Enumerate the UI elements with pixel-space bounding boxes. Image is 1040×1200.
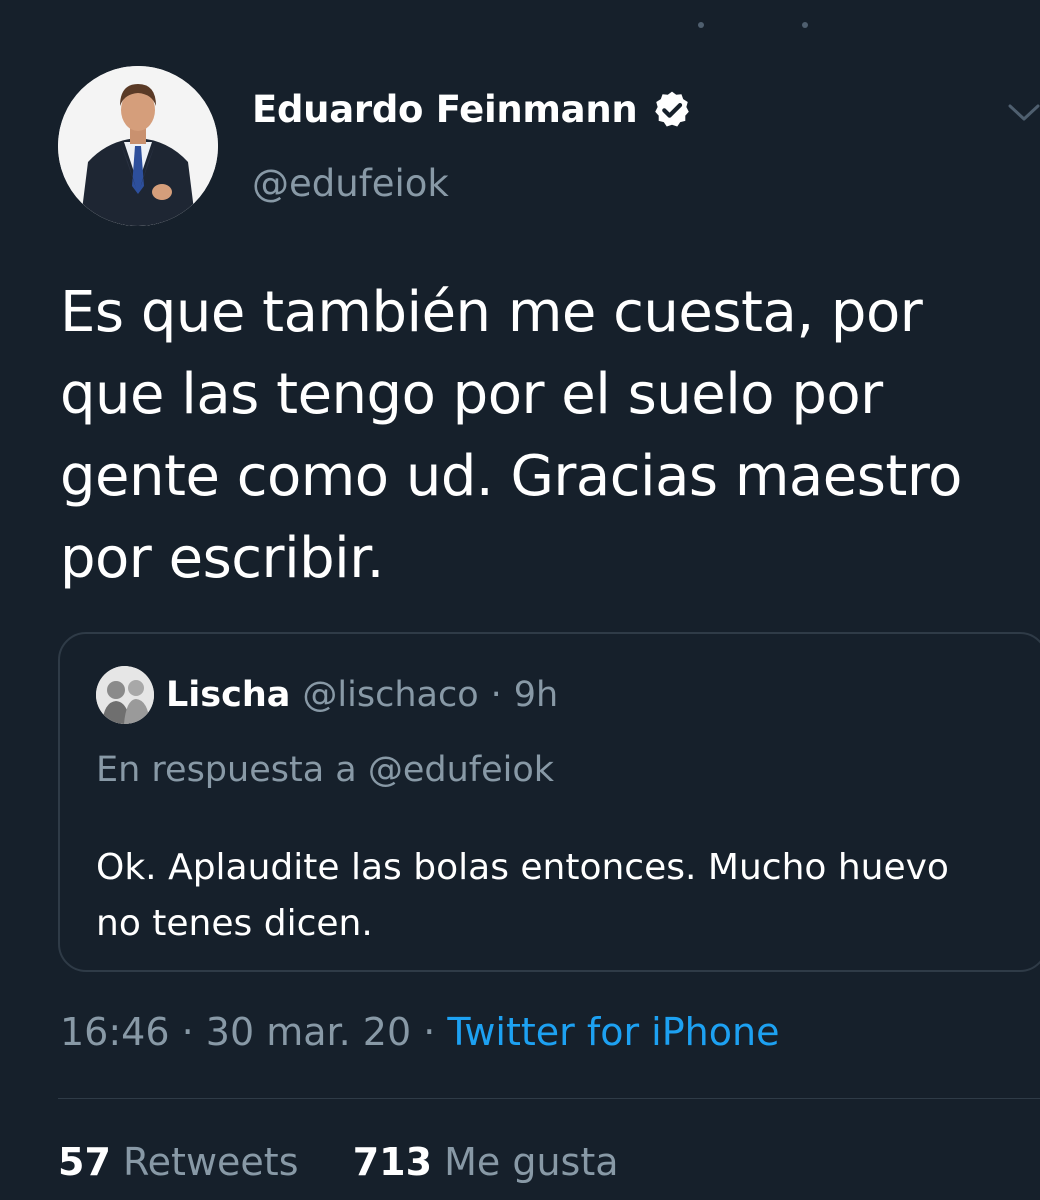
tweet-date: 30 mar. 20: [205, 1010, 412, 1054]
author-display-name[interactable]: Eduardo Feinmann: [252, 88, 638, 131]
retweets-stat[interactable]: 57 Retweets: [58, 1140, 299, 1184]
tweet-text: Es que también me cuesta, por que las te…: [60, 280, 962, 591]
reply-prefix: En respuesta a: [96, 750, 357, 790]
reply-context: En respuesta a @edufeiok: [96, 750, 554, 790]
tweet-meta: 16:46 · 30 mar. 20 · Twitter for iPhone: [60, 1010, 779, 1054]
likes-count: 713: [352, 1140, 433, 1184]
quoted-separator: ·: [490, 675, 502, 715]
likes-stat[interactable]: 713 Me gusta: [353, 1140, 619, 1184]
quoted-tweet-card[interactable]: Lischa @lischaco · 9h En respuesta a @ed…: [58, 632, 1040, 972]
reply-handle[interactable]: @edufeiok: [368, 750, 554, 790]
quoted-author-avatar[interactable]: [96, 666, 154, 724]
author-handle[interactable]: @edufeiok: [252, 162, 449, 205]
tweet-header: Eduardo Feinmann @edufeiok: [58, 66, 1040, 236]
quoted-avatar-photo: [96, 666, 154, 724]
meta-separator-2: ·: [411, 1010, 448, 1054]
quoted-handle[interactable]: @lischaco: [302, 675, 478, 715]
author-name-row: Eduardo Feinmann: [252, 88, 693, 131]
divider: [58, 1098, 1040, 1099]
verified-badge-icon: [655, 91, 690, 126]
tweet-stats: 57 Retweets 713 Me gusta: [58, 1140, 619, 1184]
tweet-time: 16:46: [60, 1010, 170, 1054]
retweets-count: 57: [58, 1140, 111, 1184]
retweets-label: Retweets: [122, 1140, 299, 1184]
tweet-source-link[interactable]: Twitter for iPhone: [447, 1010, 779, 1054]
status-bar-dots: [690, 22, 830, 32]
avatar-photo: [58, 66, 218, 226]
chevron-down-icon[interactable]: [1004, 100, 1040, 126]
meta-separator: ·: [169, 1010, 206, 1054]
author-avatar[interactable]: [58, 66, 218, 226]
quoted-display-name[interactable]: Lischa: [166, 675, 290, 715]
quoted-timestamp: 9h: [513, 675, 559, 715]
quoted-tweet-header: Lischa @lischaco · 9h: [96, 666, 558, 724]
likes-label: Me gusta: [444, 1140, 619, 1184]
quoted-tweet-text: Ok. Aplaudite las bolas entonces. Mucho …: [96, 847, 949, 944]
